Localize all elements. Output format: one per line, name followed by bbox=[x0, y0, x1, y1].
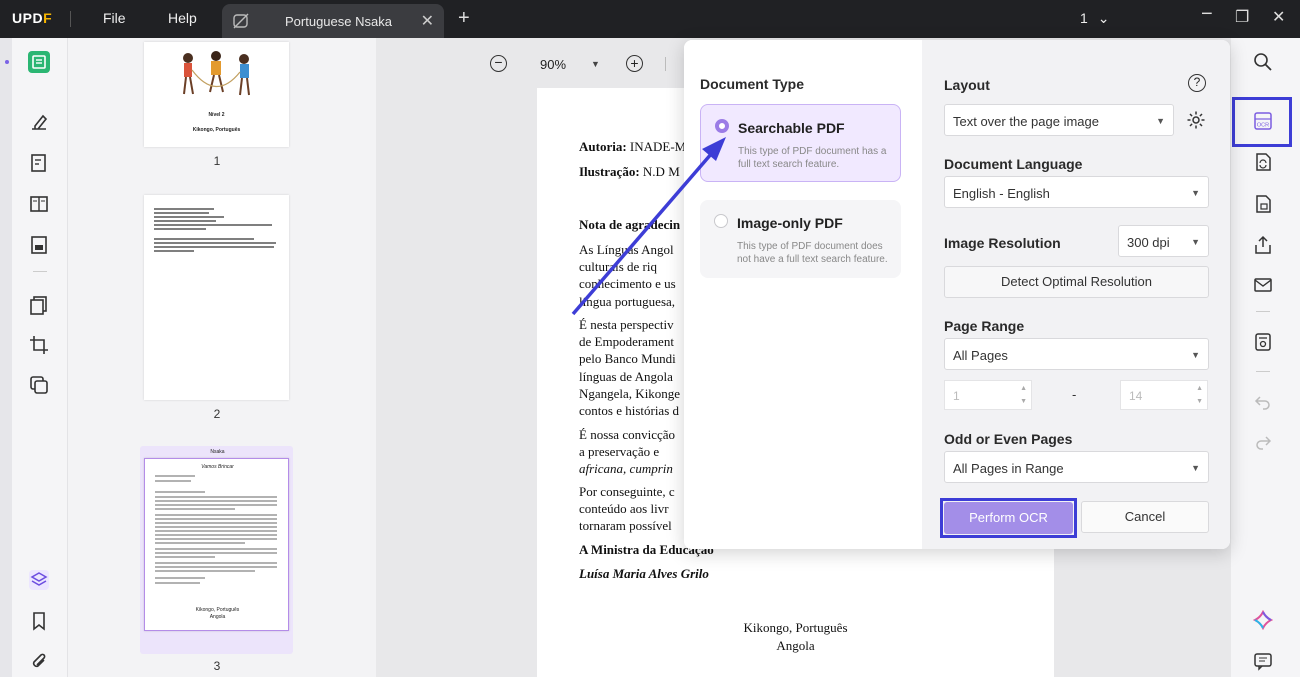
app-window: UPDF File Help Portuguese Nsaka ✕ + 1 ⌄ … bbox=[0, 0, 1300, 677]
annotation-arrow bbox=[571, 137, 726, 316]
